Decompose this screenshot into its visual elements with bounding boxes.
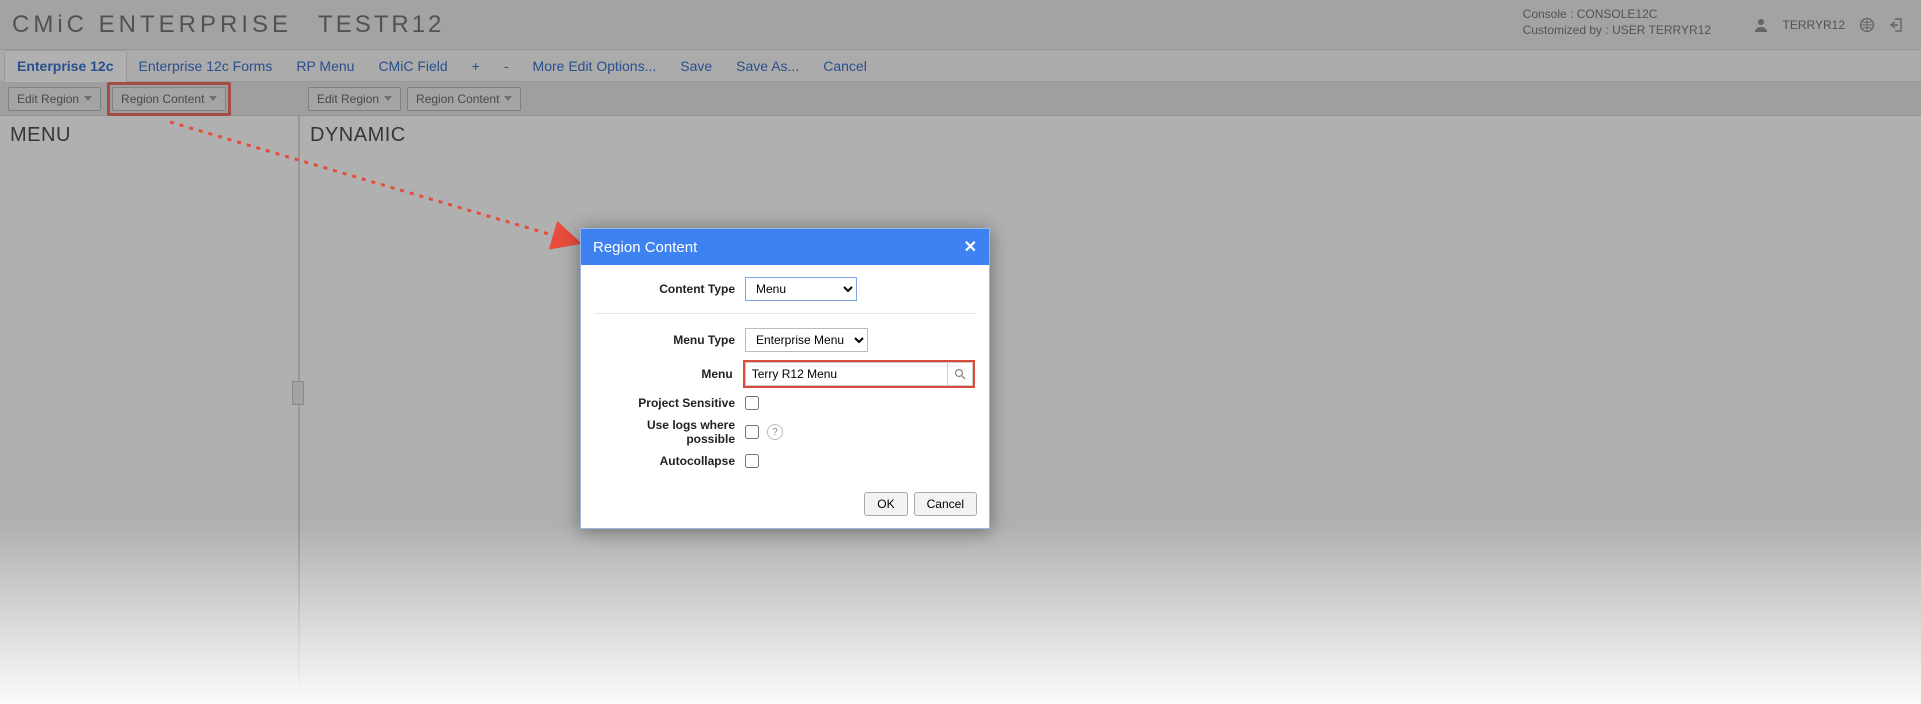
brand-title: CMiC ENTERPRISE xyxy=(12,11,292,39)
tab-rp-menu[interactable]: RP Menu xyxy=(284,50,366,81)
left-pane-title: MENU xyxy=(10,124,288,147)
content-type-label: Content Type xyxy=(595,282,745,296)
tab-more-edit[interactable]: More Edit Options... xyxy=(521,50,669,81)
menu-input-highlight xyxy=(743,360,975,388)
left-pane: MENU xyxy=(0,116,300,704)
tab-cmic-field[interactable]: CMiC Field xyxy=(366,50,459,81)
content-type-row: Content Type Menu xyxy=(595,277,975,314)
right-region-toolbar: Edit Region Region Content xyxy=(300,87,521,111)
tab-enterprise-12c-forms[interactable]: Enterprise 12c Forms xyxy=(127,50,285,81)
dialog-title: Region Content xyxy=(593,239,697,256)
project-sensitive-checkbox[interactable] xyxy=(745,396,759,410)
customized-value: USER TERRYR12 xyxy=(1612,23,1711,37)
menu-type-label: Menu Type xyxy=(595,333,745,347)
region-content-dialog: Region Content ✕ Content Type Menu Menu … xyxy=(580,228,990,529)
user-block: TERRYR12 xyxy=(1753,17,1905,33)
user-icon[interactable] xyxy=(1753,17,1769,33)
tab-save[interactable]: Save xyxy=(668,50,724,81)
tab-cancel[interactable]: Cancel xyxy=(811,50,879,81)
app-header: CMiC ENTERPRISE TESTR12 Console : CONSOL… xyxy=(0,0,1921,50)
globe-icon[interactable] xyxy=(1859,17,1875,33)
tabs-bar: Enterprise 12c Enterprise 12c Forms RP M… xyxy=(0,50,1921,82)
console-label: Console : xyxy=(1523,7,1574,21)
username: TERRYR12 xyxy=(1783,18,1845,32)
tab-add[interactable]: + xyxy=(460,50,492,81)
region-content-button-left[interactable]: Region Content xyxy=(112,87,226,111)
right-pane-title: DYNAMIC xyxy=(310,124,1911,147)
autocollapse-label: Autocollapse xyxy=(595,454,745,468)
dialog-header[interactable]: Region Content ✕ xyxy=(581,229,989,265)
tab-enterprise-12c[interactable]: Enterprise 12c xyxy=(4,50,127,82)
menu-type-select[interactable]: Enterprise Menu xyxy=(745,328,868,352)
env-title: TESTR12 xyxy=(318,11,444,39)
help-icon[interactable]: ? xyxy=(767,424,783,440)
region-content-button-right[interactable]: Region Content xyxy=(407,87,521,111)
search-icon[interactable] xyxy=(947,362,973,386)
edit-region-button-right[interactable]: Edit Region xyxy=(308,87,401,111)
project-sensitive-row: Project Sensitive xyxy=(595,396,975,410)
autocollapse-checkbox[interactable] xyxy=(745,454,759,468)
project-sensitive-label: Project Sensitive xyxy=(595,396,745,410)
dialog-close-icon[interactable]: ✕ xyxy=(964,237,977,257)
caret-down-icon xyxy=(384,96,392,101)
menu-type-row: Menu Type Enterprise Menu xyxy=(595,328,975,352)
customized-label: Customized by : xyxy=(1523,23,1609,37)
menu-label: Menu xyxy=(595,367,743,381)
logout-icon[interactable] xyxy=(1889,17,1905,33)
region-content-highlight: Region Content xyxy=(107,82,231,116)
left-region-toolbar: Edit Region Region Content xyxy=(0,82,300,116)
console-value: CONSOLE12C xyxy=(1577,7,1658,21)
dialog-footer: OK Cancel xyxy=(581,484,989,528)
ok-button[interactable]: OK xyxy=(864,492,907,516)
use-logs-label: Use logs where possible xyxy=(595,418,745,446)
region-content-label: Region Content xyxy=(416,92,499,106)
cancel-button[interactable]: Cancel xyxy=(914,492,977,516)
dialog-body: Content Type Menu Menu Type Enterprise M… xyxy=(581,265,989,484)
menu-row: Menu xyxy=(595,360,975,388)
tab-save-as[interactable]: Save As... xyxy=(724,50,811,81)
caret-down-icon xyxy=(504,96,512,101)
tab-remove[interactable]: - xyxy=(492,50,521,81)
edit-region-label: Edit Region xyxy=(317,92,379,106)
caret-down-icon xyxy=(209,96,217,101)
use-logs-row: Use logs where possible ? xyxy=(595,418,975,446)
edit-region-button-left[interactable]: Edit Region xyxy=(8,87,101,111)
region-toolbar-row: Edit Region Region Content Edit Region R… xyxy=(0,82,1921,116)
use-logs-checkbox[interactable] xyxy=(745,425,759,439)
menu-input[interactable] xyxy=(745,362,947,386)
content-type-select[interactable]: Menu xyxy=(745,277,857,301)
region-content-label: Region Content xyxy=(121,92,204,106)
edit-region-label: Edit Region xyxy=(17,92,79,106)
header-meta: Console : CONSOLE12C Customized by : USE… xyxy=(1523,6,1711,38)
autocollapse-row: Autocollapse xyxy=(595,454,975,468)
caret-down-icon xyxy=(84,96,92,101)
right-pane: DYNAMIC xyxy=(300,116,1921,704)
